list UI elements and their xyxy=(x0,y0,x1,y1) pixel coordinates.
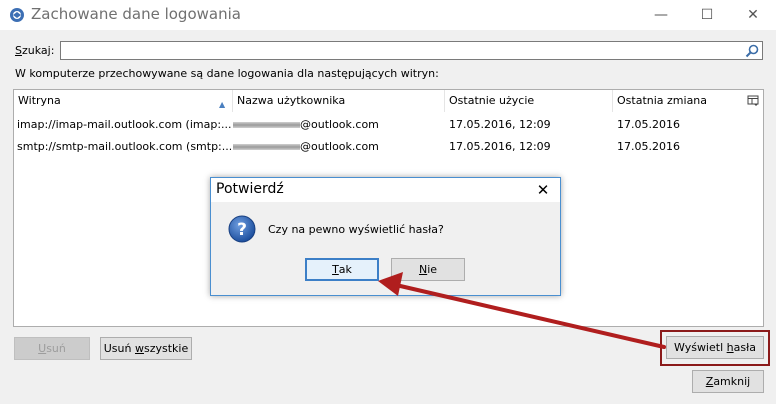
dialog-message: Czy na pewno wyświetlić hasła? xyxy=(268,223,444,236)
dialog-title: Potwierdź xyxy=(216,181,284,197)
column-header-site[interactable]: Witryna ▲ xyxy=(14,90,233,112)
cell-last-used: 17.05.2016, 12:09 xyxy=(449,118,551,131)
sort-ascending-icon: ▲ xyxy=(219,100,226,109)
search-icon[interactable] xyxy=(744,43,760,59)
minimize-button[interactable]: — xyxy=(638,0,684,30)
search-input[interactable] xyxy=(63,43,739,58)
remove-all-button[interactable]: Usuń w szystkie xyxy=(100,337,192,360)
yes-button[interactable]: Tak xyxy=(305,258,379,281)
column-picker-icon[interactable] xyxy=(747,95,759,107)
redacted-username xyxy=(233,122,300,128)
thunderbird-app-icon xyxy=(10,8,24,22)
search-box[interactable] xyxy=(60,41,763,60)
cell-last-changed: 17.05.2016 xyxy=(617,118,680,131)
remove-button[interactable]: Usuń xyxy=(14,337,90,360)
table-row[interactable]: smtp://smtp-mail.outlook.com (smtp:... @… xyxy=(14,136,763,158)
table-row[interactable]: imap://imap-mail.outlook.com (imap:... @… xyxy=(14,114,763,136)
column-header-last-used[interactable]: Ostatnie użycie xyxy=(445,90,613,112)
cell-last-changed: 17.05.2016 xyxy=(617,140,680,153)
redacted-username xyxy=(233,144,300,150)
question-icon: ? xyxy=(228,215,256,243)
cell-site: imap://imap-mail.outlook.com (imap:... xyxy=(17,118,231,131)
column-header-username[interactable]: Nazwa użytkownika xyxy=(233,90,445,112)
no-button[interactable]: Nie xyxy=(391,258,465,281)
cell-last-used: 17.05.2016, 12:09 xyxy=(449,140,551,153)
close-button[interactable]: Zamknij xyxy=(692,370,764,393)
search-label: Szukaj: xyxy=(15,44,55,57)
cell-username: @outlook.com xyxy=(233,114,443,136)
info-text: W komputerze przechowywane są dane logow… xyxy=(15,67,439,80)
show-passwords-button[interactable]: Wyświetl h asła xyxy=(666,336,764,359)
cell-site: smtp://smtp-mail.outlook.com (smtp:... xyxy=(17,140,231,153)
close-window-button[interactable]: ✕ xyxy=(730,0,776,30)
svg-text:?: ? xyxy=(237,220,247,240)
dialog-close-button[interactable]: ✕ xyxy=(531,179,555,201)
dialog-title-bar: Potwierdź ✕ xyxy=(211,178,560,202)
window-title: Zachowane dane logowania xyxy=(31,5,241,23)
maximize-button[interactable]: ☐ xyxy=(684,0,730,30)
cell-username: @outlook.com xyxy=(233,136,443,158)
confirm-dialog: Potwierdź ✕ ? Czy na pewno wyświetlić ha… xyxy=(210,177,561,296)
column-header-last-changed[interactable]: Ostatnia zmiana xyxy=(613,90,745,112)
